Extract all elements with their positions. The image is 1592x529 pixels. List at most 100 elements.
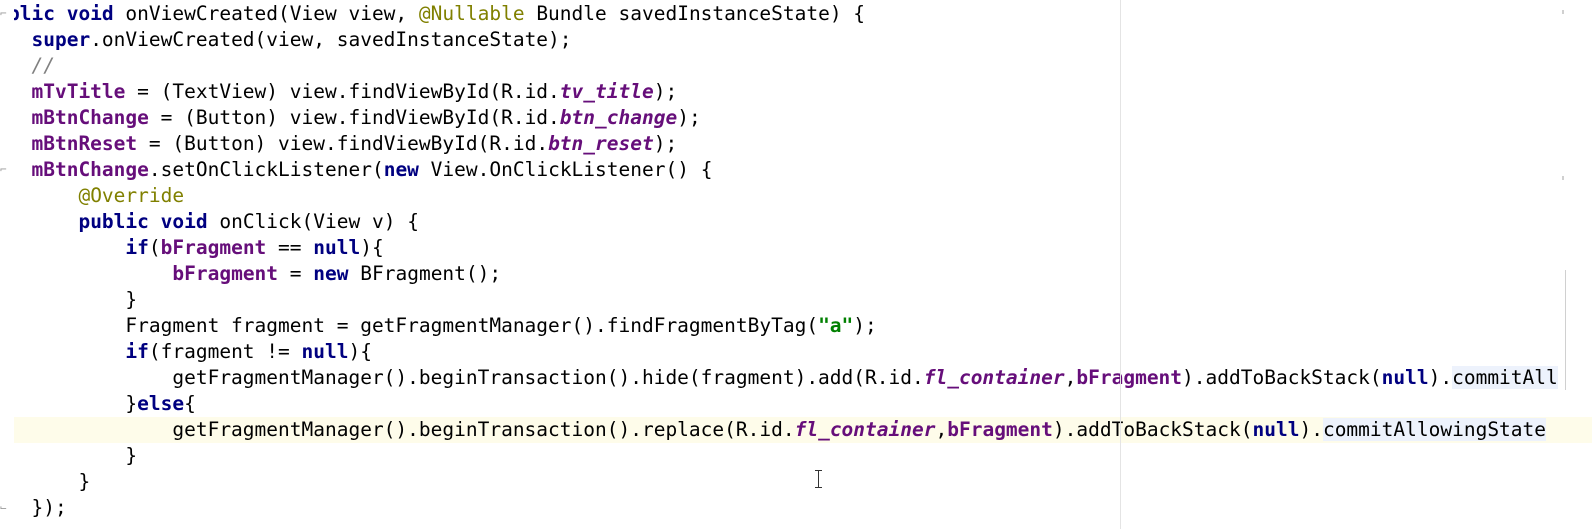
code-line[interactable]: });: [0, 495, 1592, 521]
code-token: );: [853, 314, 877, 337]
code-token: @Override: [78, 184, 185, 207]
code-token: if: [125, 236, 149, 259]
code-token: blic: [8, 2, 67, 25]
code-token: getFragmentManager().beginTransaction().…: [8, 366, 924, 389]
code-token: super: [31, 28, 91, 51]
scroll-marker[interactable]: [1562, 10, 1564, 14]
code-token: bFragment: [1076, 366, 1183, 389]
code-token: }: [8, 392, 138, 415]
fold-marker-icon[interactable]: ⌐: [0, 8, 10, 20]
code-token: ,: [1064, 366, 1077, 389]
code-editor[interactable]: blic void onViewCreated(View view, @Null…: [0, 0, 1592, 529]
code-line[interactable]: @Override: [0, 183, 1592, 209]
code-token: ){: [348, 340, 372, 363]
code-token: = (Button) view.findViewById(R.id.: [137, 132, 549, 155]
code-line[interactable]: }: [0, 443, 1592, 469]
fold-marker-icon[interactable]: ⌐: [0, 164, 10, 176]
code-token: ,: [935, 418, 948, 441]
code-line[interactable]: if(bFragment == null){: [0, 235, 1592, 261]
code-line[interactable]: }else{: [0, 391, 1592, 417]
code-token: if: [125, 340, 149, 363]
code-line[interactable]: mTvTitle = (TextView) view.findViewById(…: [0, 79, 1592, 105]
code-token: Bundle savedInstanceState) {: [524, 2, 866, 25]
code-token: mBtnChange: [31, 106, 149, 129]
code-line[interactable]: blic void onViewCreated(View view, @Null…: [0, 1, 1592, 27]
code-token: }: [8, 444, 138, 467]
code-token: fl_container: [923, 366, 1065, 389]
code-token: ).: [1299, 418, 1323, 441]
code-token: public: [78, 210, 161, 233]
editor-gutter: ⌐ ⌐ ⌙: [0, 0, 14, 529]
code-token: btn_change: [559, 106, 678, 129]
code-line[interactable]: mBtnChange.setOnClickListener(new View.O…: [0, 157, 1592, 183]
code-token: onViewCreated(View view,: [125, 2, 419, 25]
code-token: ).: [1428, 366, 1453, 389]
code-token: BFragment();: [348, 262, 502, 285]
code-token: null: [1381, 366, 1429, 389]
code-line[interactable]: }: [0, 469, 1592, 495]
code-token: (fragment !=: [148, 340, 302, 363]
scroll-marker[interactable]: [1565, 270, 1566, 390]
code-token: =: [278, 262, 314, 285]
code-token: View.OnClickListener() {: [418, 158, 713, 181]
fold-marker-icon[interactable]: ⌙: [0, 502, 10, 514]
code-token: = (TextView) view.findViewById(R.id.: [125, 80, 560, 103]
code-token: );: [653, 80, 678, 103]
code-token: fl_container: [794, 418, 936, 441]
code-token: .onViewCreated(view, savedInstanceState)…: [90, 28, 572, 51]
code-token: void: [160, 210, 208, 233]
code-line[interactable]: mBtnReset = (Button) view.findViewById(R…: [0, 131, 1592, 157]
text-cursor-icon: [814, 468, 824, 490]
code-token: });: [8, 496, 67, 519]
code-token: Fragment fragment = getFragmentManager()…: [8, 314, 819, 337]
code-token: "a": [818, 314, 854, 337]
code-token: }: [8, 470, 91, 493]
code-token: null: [313, 236, 361, 259]
code-line[interactable]: super.onViewCreated(view, savedInstanceS…: [0, 27, 1592, 53]
code-token: {: [184, 392, 196, 415]
code-line[interactable]: getFragmentManager().beginTransaction().…: [0, 417, 1592, 443]
code-token: null: [301, 340, 349, 363]
code-token: bFragment: [160, 236, 267, 259]
right-margin-guide: [1120, 0, 1121, 529]
code-token: btn_reset: [548, 132, 654, 155]
code-token: new: [313, 262, 349, 285]
code-token: );: [677, 106, 701, 129]
code-token: commitAllowingState: [1322, 418, 1547, 441]
code-token: ){: [360, 236, 384, 259]
code-line[interactable]: }: [0, 287, 1592, 313]
code-token: }: [8, 288, 138, 311]
code-line[interactable]: bFragment = new BFragment();: [0, 261, 1592, 287]
code-token: );: [653, 132, 678, 155]
code-token: ==: [266, 236, 314, 259]
code-token: null: [1252, 418, 1300, 441]
code-token: void: [66, 2, 126, 25]
code-token: bFragment: [947, 418, 1053, 441]
code-line[interactable]: Fragment fragment = getFragmentManager()…: [0, 313, 1592, 339]
scroll-marker[interactable]: [1562, 176, 1564, 180]
code-line[interactable]: public void onClick(View v) {: [0, 209, 1592, 235]
code-token: @Nullable: [418, 2, 525, 25]
code-token: .setOnClickListener(: [148, 158, 384, 181]
code-token: mTvTitle: [31, 80, 126, 103]
code-token: mBtnChange: [31, 158, 149, 181]
code-line[interactable]: mBtnChange = (Button) view.findViewById(…: [0, 105, 1592, 131]
code-token: mBtnReset: [31, 132, 138, 155]
code-token: ).addToBackStack(: [1182, 366, 1382, 389]
code-token: //: [8, 54, 55, 77]
code-line[interactable]: getFragmentManager().beginTransaction().…: [0, 365, 1592, 391]
code-token: tv_title: [559, 80, 654, 103]
code-line[interactable]: //: [0, 53, 1592, 79]
code-token: = (Button) view.findViewById(R.id.: [148, 106, 560, 129]
code-line[interactable]: if(fragment != null){: [0, 339, 1592, 365]
code-token: bFragment: [172, 262, 279, 285]
code-token: ).addToBackStack(: [1052, 418, 1253, 441]
code-token: commitAll: [1452, 366, 1558, 389]
code-token: onClick(View v) {: [207, 210, 419, 233]
code-token: (: [148, 236, 161, 259]
code-token: new: [383, 158, 419, 181]
